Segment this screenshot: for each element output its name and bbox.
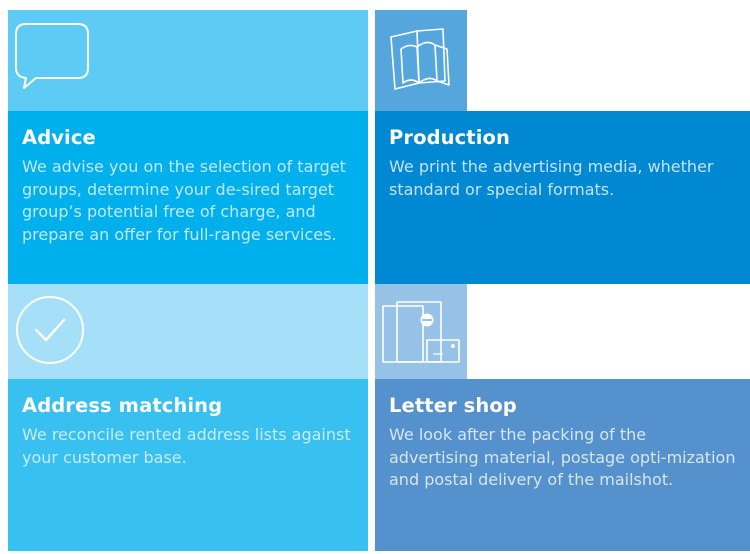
- matching-icon-panel: [8, 284, 368, 379]
- lettershop-tile: Letter shop We look after the packing of…: [375, 379, 750, 551]
- brochures-icon: [390, 28, 450, 90]
- production-title: Production: [389, 126, 510, 149]
- mail-envelopes-icon: [382, 301, 460, 363]
- production-description: We print the advertising media, whether …: [389, 157, 714, 199]
- advice-icon-panel: [8, 10, 368, 111]
- lettershop-description: We look after the packing of the adverti…: [389, 425, 736, 489]
- advice-title: Advice: [22, 126, 96, 149]
- advice-description: We advise you on the selection of target…: [22, 157, 346, 244]
- speech-bubble-icon: [15, 23, 89, 89]
- checkmark-circle-icon: [16, 296, 84, 364]
- matching-title: Address matching: [22, 394, 223, 417]
- matching-description: We reconcile rented address lists agains…: [22, 425, 351, 467]
- lettershop-icon-panel: [375, 284, 467, 379]
- matching-tile: Address matching We reconcile rented add…: [8, 379, 368, 551]
- production-tile: Production We print the advertising medi…: [375, 111, 750, 284]
- advice-tile: Advice We advise you on the selection of…: [8, 111, 368, 284]
- production-icon-panel: [375, 10, 467, 111]
- lettershop-title: Letter shop: [389, 394, 517, 417]
